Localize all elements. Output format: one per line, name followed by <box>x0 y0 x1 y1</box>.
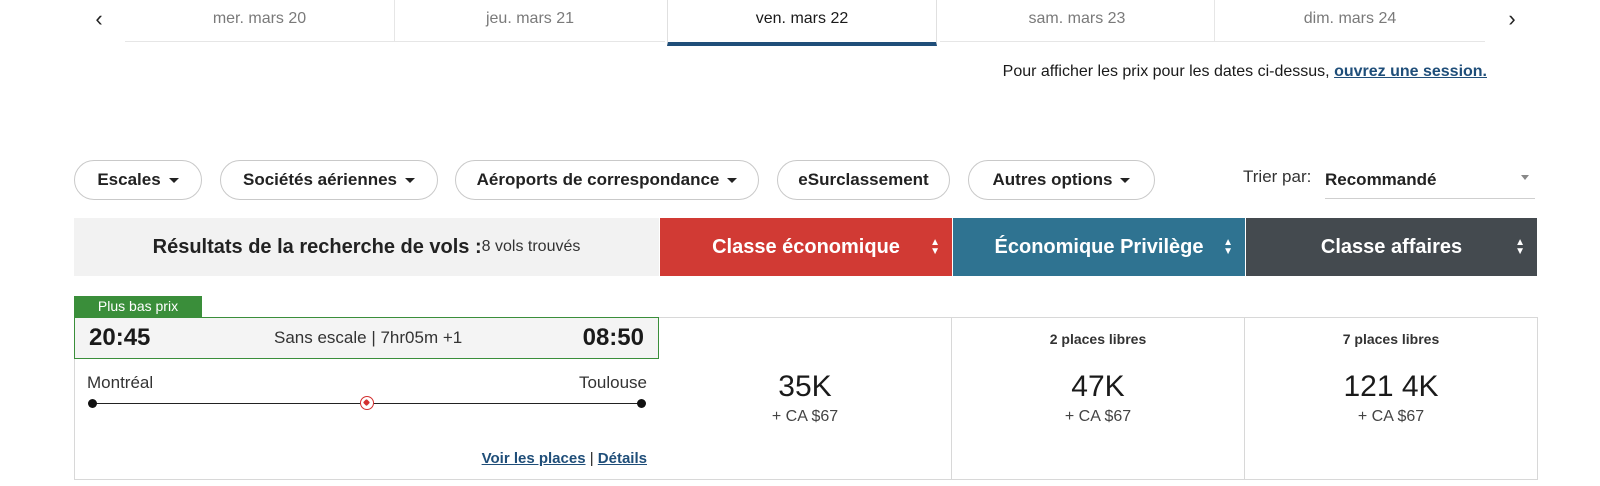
fare-tax: + CA $67 <box>1064 408 1132 425</box>
flight-duration: Sans escale | 7hr05m +1 <box>274 328 463 347</box>
date-tab-label: ven. mars 22 <box>755 10 849 27</box>
caret-down-icon <box>1521 175 1529 180</box>
caret-down-icon <box>405 177 416 183</box>
stops-filter-button[interactable]: Escales <box>74 160 202 200</box>
flight-route: Montréal Toulouse Voir les places | Déta… <box>74 359 659 480</box>
sort-value: Recommandé <box>1325 170 1437 189</box>
date-tab-label: jeu. mars 21 <box>485 10 575 27</box>
sort-arrows-icon: ▲ ▼ <box>1515 237 1525 257</box>
date-navigation: ‹ mer. mars 20 jeu. mars 21 ven. mars 22… <box>0 0 1600 46</box>
maple-leaf-logo-icon <box>360 396 374 410</box>
origin-dot-icon <box>88 399 97 408</box>
caret-down-icon <box>168 177 179 183</box>
sort-select[interactable]: Recommandé <box>1325 163 1535 199</box>
fare-tax: + CA $67 <box>1357 408 1425 425</box>
date-tab-label: mer. mars 20 <box>212 10 307 27</box>
flight-summary[interactable]: 20:45 Sans escale | 7hr05m +1 08:50 <box>74 317 659 359</box>
caret-down-icon <box>727 177 738 183</box>
fare-points: 47K <box>1071 370 1125 403</box>
origin-city: Montréal <box>87 373 154 392</box>
date-tab-1[interactable]: mer. mars 20 <box>125 0 395 42</box>
login-notice-text: Pour afficher les prix pour les dates ci… <box>1002 63 1330 80</box>
business-class-label: Classe affaires <box>1320 235 1463 258</box>
flight-links: Voir les places | Détails <box>482 450 647 467</box>
sort-arrows-icon: ▲ ▼ <box>930 237 940 257</box>
sort-arrows-icon: ▲ ▼ <box>1223 237 1233 257</box>
chevron-left-icon[interactable]: ‹ <box>87 6 111 32</box>
date-tab-2[interactable]: jeu. mars 21 <box>395 0 665 42</box>
economy-class-label: Classe économique <box>712 235 900 258</box>
economy-fare-cell[interactable]: 35K + CA $67 <box>659 317 952 480</box>
lowest-price-badge: Plus bas prix <box>74 296 202 317</box>
connections-filter-button[interactable]: Aéroports de correspondance <box>455 160 759 200</box>
date-tab-label: sam. mars 23 <box>1028 10 1126 27</box>
destination-dot-icon <box>637 399 646 408</box>
fare-tax: + CA $67 <box>771 408 839 425</box>
details-link[interactable]: Détails <box>598 450 647 467</box>
results-title: Résultats de la recherche de vols : <box>152 235 482 258</box>
fare-points: 35K <box>778 370 832 403</box>
view-seats-link[interactable]: Voir les places <box>482 450 586 467</box>
arrival-time: 08:50 <box>582 324 644 351</box>
caret-down-icon <box>1120 177 1131 183</box>
seats-available: 2 places libres <box>1049 331 1147 347</box>
premium-fare-cell[interactable]: 2 places libres 47K + CA $67 <box>952 317 1245 480</box>
departure-time: 20:45 <box>89 324 151 351</box>
airlines-filter-button[interactable]: Sociétés aériennes <box>220 160 438 200</box>
more-options-button[interactable]: Autres options <box>968 160 1155 200</box>
results-count: 8 vols trouvés <box>481 238 581 255</box>
login-link[interactable]: ouvrez une session. <box>1334 63 1487 80</box>
sort-label: Trier par: <box>1243 167 1312 186</box>
economy-class-header[interactable]: Classe économique ▲ ▼ <box>660 218 952 276</box>
business-class-header[interactable]: Classe affaires ▲ ▼ <box>1246 218 1537 276</box>
date-tab-3-selected[interactable]: ven. mars 22 <box>667 0 937 46</box>
destination-city: Toulouse <box>578 373 647 392</box>
date-tab-4[interactable]: sam. mars 23 <box>940 0 1215 42</box>
connections-filter-label: Aéroports de correspondance <box>476 170 720 189</box>
seats-available: 7 places libres <box>1342 331 1440 347</box>
results-header: Résultats de la recherche de vols : 8 vo… <box>74 218 659 276</box>
business-fare-cell[interactable]: 7 places libres 121 4K + CA $67 <box>1245 317 1538 480</box>
upgrade-filter-label: eSurclassement <box>798 170 929 189</box>
airlines-filter-label: Sociétés aériennes <box>242 170 398 189</box>
date-tab-label: dim. mars 24 <box>1303 10 1397 27</box>
fare-points: 121 4K <box>1343 370 1439 403</box>
stops-filter-label: Escales <box>97 170 161 189</box>
premium-economy-header[interactable]: Économique Privilège ▲ ▼ <box>953 218 1245 276</box>
link-separator: | <box>589 450 594 467</box>
login-notice: Pour afficher les prix pour les dates ci… <box>1003 63 1487 81</box>
more-options-label: Autres options <box>992 170 1113 189</box>
chevron-right-icon[interactable]: › <box>1500 6 1524 32</box>
date-tab-5[interactable]: dim. mars 24 <box>1215 0 1485 42</box>
upgrade-filter-button[interactable]: eSurclassement <box>777 160 950 200</box>
premium-economy-label: Économique Privilège <box>994 235 1204 258</box>
